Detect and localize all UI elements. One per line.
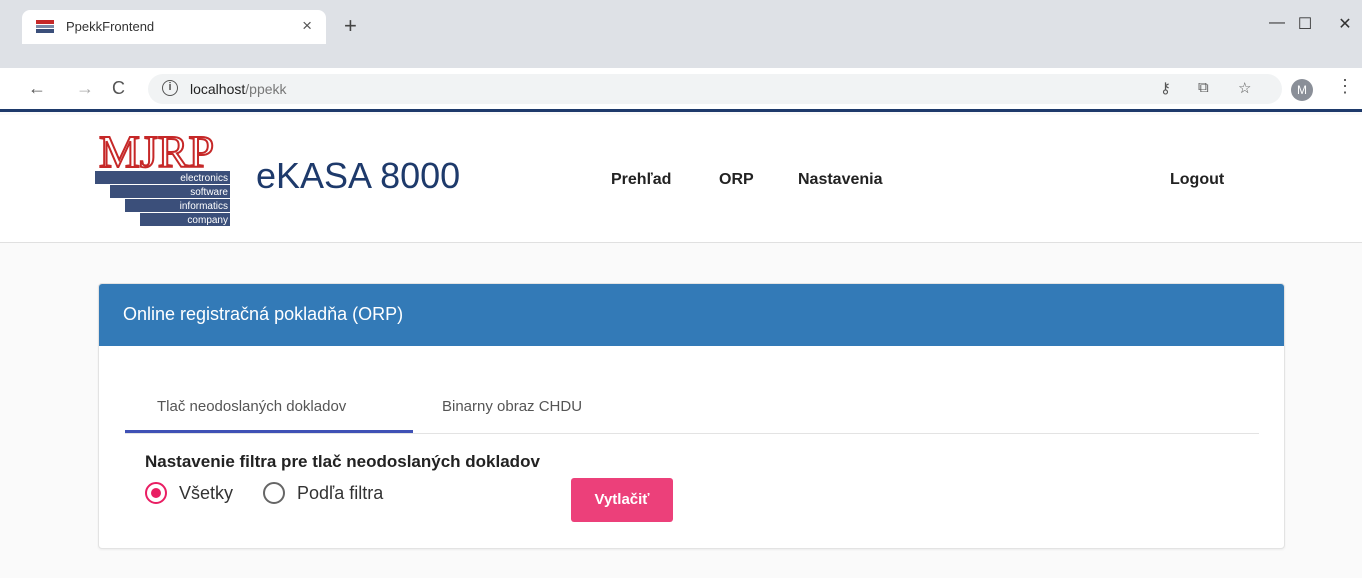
tab-close-icon[interactable]: × [302,16,312,36]
nav-overview[interactable]: Prehľad [611,171,671,189]
key-icon[interactable]: ⚷ [1160,79,1171,97]
filter-heading: Nastavenie filtra pre tlač neodoslaných … [145,452,540,471]
active-tab-indicator [125,430,413,433]
tab-bar: Tlač neodoslaných dokladov Binarny obraz… [125,380,1259,434]
browser-toolbar: ← → C i localhost/ppekk ⚷ ⧉ ☆ M ⋮ [0,68,1362,112]
menu-icon[interactable]: ⋮ [1336,76,1354,97]
svg-text:MJRP: MJRP [99,126,214,177]
new-tab-icon[interactable]: + [344,13,357,39]
radio-all-label[interactable]: Všetky [179,483,233,504]
logout-link[interactable]: Logout [1170,171,1224,189]
forward-icon[interactable]: → [76,78,94,99]
reload-icon[interactable]: C [112,78,125,99]
browser-tab[interactable]: PpekkFrontend × [22,10,326,44]
svg-text:electronics: electronics [180,173,228,184]
url-text: localhost/ppekk [190,81,287,97]
svg-text:company: company [187,215,228,226]
favicon-icon [36,20,54,33]
browser-tabstrip: PpekkFrontend × + — ☐ ✕ [0,0,1362,68]
orp-card: Online registračná pokladňa (ORP) Tlač n… [98,283,1285,549]
back-icon[interactable]: ← [28,78,46,99]
translate-icon[interactable]: ⧉ [1198,79,1209,96]
company-logo: MJRP electronics software informatics co… [95,125,230,226]
minimize-icon[interactable]: — [1262,14,1292,32]
radio-by-filter[interactable] [263,482,285,504]
address-bar[interactable]: i localhost/ppekk ⚷ ⧉ ☆ [148,74,1282,104]
print-button[interactable]: Vytlačiť [571,478,673,522]
star-icon[interactable]: ☆ [1238,79,1251,97]
tab-binary-chdu[interactable]: Binarny obraz CHDU [442,398,582,415]
svg-text:informatics: informatics [180,201,228,212]
window-close-icon[interactable]: ✕ [1330,14,1360,34]
app-header: MJRP electronics software informatics co… [0,115,1362,243]
radio-all[interactable] [145,482,167,504]
maximize-icon[interactable]: ☐ [1290,14,1320,34]
brand-title: eKASA 8000 [256,155,461,196]
svg-text:software: software [190,187,228,198]
profile-avatar[interactable]: M [1291,79,1313,101]
nav-settings[interactable]: Nastavenia [798,171,883,189]
card-header: Online registračná pokladňa (ORP) [99,284,1284,346]
tab-title: PpekkFrontend [66,19,155,34]
tab-print-unsent[interactable]: Tlač neodoslaných dokladov [157,398,346,415]
card-title: Online registračná pokladňa (ORP) [123,304,404,324]
info-icon[interactable]: i [162,80,178,96]
nav-orp[interactable]: ORP [719,171,754,189]
radio-by-filter-label[interactable]: Podľa filtra [297,483,383,504]
